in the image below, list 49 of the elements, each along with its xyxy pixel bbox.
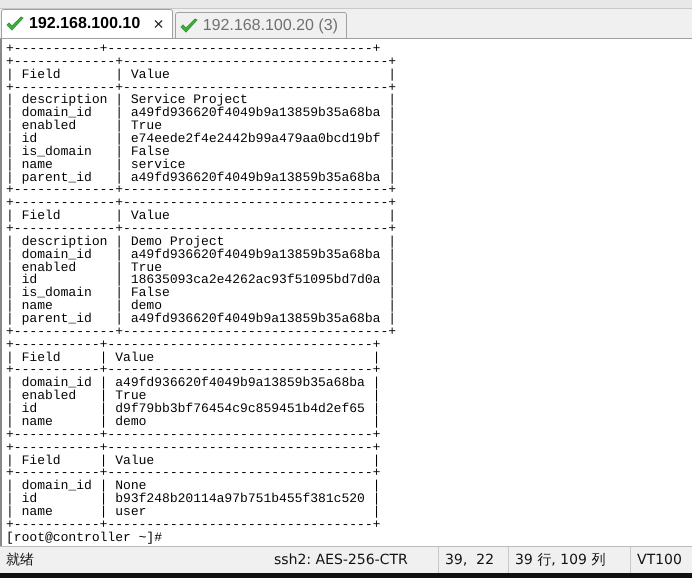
terminal-line: | description | Service Project | (6, 94, 398, 108)
terminal-line: | domain_id | a49fd936620f4049b9a13859b35a68ba | (6, 248, 398, 262)
terminal-line: | Field | Value | (6, 210, 398, 224)
terminal-line: | Field | Value | (6, 352, 382, 364)
terminal-line: +-------------+----------------------------------+ (6, 326, 398, 339)
terminal-line: | name | demo | (6, 300, 398, 314)
terminal-line: | Field | Value | (6, 454, 382, 468)
terminal-line: +-----------+----------------------------------+ (6, 518, 382, 532)
terminal-size: 39 行, 109 列 (508, 547, 630, 573)
terminal-line: | domain_id | a49fd936620f4049b9a13859b35a68ba | (6, 377, 382, 390)
close-button[interactable]: × (153, 14, 164, 34)
terminal-line: +-----------+----------------------------------+ (6, 43, 382, 56)
terminal-line: | is_domain | False | (6, 146, 398, 159)
terminal-line: +-------------+----------------------------------+ (6, 184, 398, 198)
terminal-line: | domain_id | None | (6, 480, 382, 494)
terminal-line: | enabled | True | (6, 262, 398, 274)
cursor-position: 39, 22 (438, 547, 508, 573)
terminal-line: | parent_id | a49fd936620f4049b9a13859b35a68ba | (6, 313, 398, 326)
session-tab[interactable]: 192.168.100.10 × (1, 9, 173, 38)
terminal-type: VT100 (630, 547, 692, 573)
terminal-line: | id | 18635093ca2e4262ac93f51095bd7d0a | (6, 274, 398, 288)
terminal-line: | enabled | True | (6, 120, 398, 134)
terminal-line: | description | Demo Project | (6, 236, 398, 249)
check-icon (6, 16, 24, 32)
terminal-line: | parent_id | a49fd936620f4049b9a13859b35a68ba | (6, 172, 398, 184)
terminal-line: +-------------+----------------------------------+ (6, 56, 398, 69)
terminal-line: | id | d9f79bb3bf76454c9c859451b4d2ef65 | (6, 403, 382, 416)
terminal-line: +-------------+----------------------------------+ (6, 82, 398, 94)
cipher-text: ssh2: AES-256-CTR (273, 551, 409, 570)
terminal-line: | enabled | True | (6, 390, 382, 404)
terminal-line: +-----------+----------------------------------+ (6, 442, 382, 454)
terminal-line: | id | e74eede2f4e2442b99a479aa0bcd19bf | (6, 133, 398, 146)
terminal-line: | domain_id | a49fd936620f4049b9a13859b35a68ba | (6, 107, 398, 120)
terminal-line: | name | demo | (6, 416, 382, 429)
terminal-line: +-------------+----------------------------------+ (6, 223, 398, 236)
terminal-line: +-------------+----------------------------------+ (6, 197, 398, 210)
status-text: 就绪 (5, 551, 35, 570)
check-icon (180, 18, 198, 34)
terminal-line: +-----------+----------------------------------+ (6, 364, 382, 378)
terminal-line: [root@controller ~]# (6, 532, 164, 545)
terminal-line: | Field | Value | (6, 68, 398, 82)
session-tab[interactable]: 192.168.100.20 (3) (174, 12, 347, 38)
terminal-line: | name | service | (6, 158, 398, 172)
terminal-line: | id | b93f248b20114a97b751b455f381c520 | (6, 493, 382, 506)
terminal-line: | is_domain | False | (6, 287, 398, 300)
terminal-line: +-----------+----------------------------------+ (6, 338, 382, 352)
terminal-line: +-----------+----------------------------------+ (6, 467, 382, 480)
terminal-line: +-----------+----------------------------------+ (6, 428, 382, 442)
terminal-line: | name | user | (6, 506, 382, 519)
